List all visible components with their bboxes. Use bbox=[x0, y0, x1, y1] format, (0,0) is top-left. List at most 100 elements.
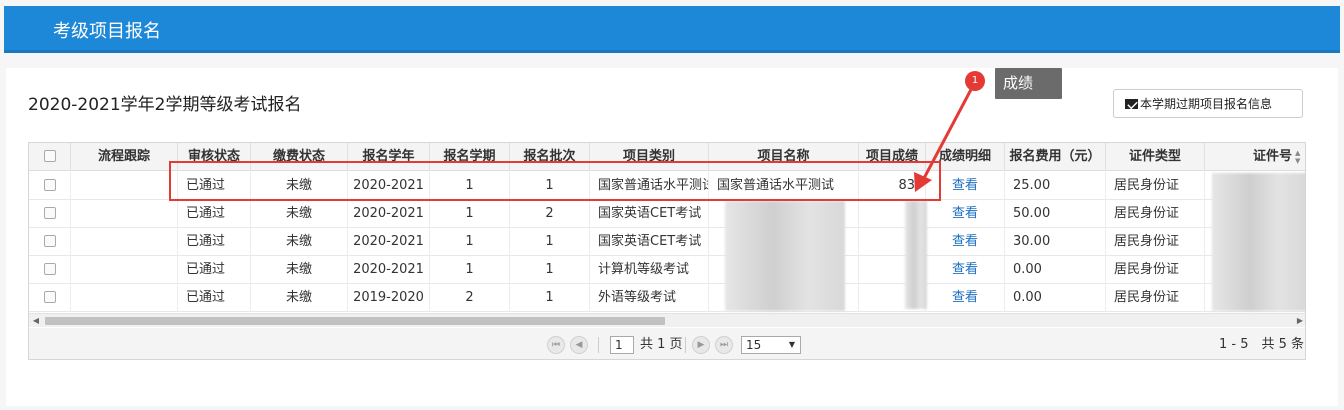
annotation-badge: 1 bbox=[965, 71, 985, 91]
cell-batch: 2 bbox=[510, 200, 590, 228]
row-checkbox-cell[interactable] bbox=[29, 256, 71, 284]
view-detail-link[interactable]: 查看 bbox=[926, 284, 1005, 312]
cell-score: 83 bbox=[859, 172, 926, 200]
cell-batch: 1 bbox=[510, 256, 590, 284]
cell-category: 国家英语CET考试 bbox=[590, 228, 709, 256]
col-term[interactable]: 报名学期 bbox=[430, 143, 510, 171]
col-trace[interactable]: 流程跟踪 bbox=[71, 143, 178, 171]
col-name[interactable]: 项目名称 bbox=[709, 143, 859, 171]
cell-audit: 已通过 bbox=[178, 256, 251, 284]
expired-items-button[interactable]: 本学期过期项目报名信息 bbox=[1113, 89, 1303, 118]
page-size-select[interactable]: 15 ▼ bbox=[741, 336, 801, 354]
table-row[interactable]: 已通过 未缴 2020-2021 1 1 国家英语CET考试 查看 30.00 … bbox=[29, 228, 1305, 256]
redaction-blur bbox=[905, 201, 927, 309]
row-checkbox[interactable] bbox=[43, 290, 56, 303]
table-row[interactable]: 已通过 未缴 2019-2020 2 1 外语等级考试 查看 0.00 居民身份… bbox=[29, 284, 1305, 312]
page-size-value: 15 bbox=[746, 338, 762, 352]
cell-year: 2019-2020 bbox=[348, 284, 430, 312]
horizontal-scrollbar[interactable]: ◀ ▶ bbox=[29, 313, 1305, 328]
cell-fee: 30.00 bbox=[1005, 228, 1106, 256]
col-pay[interactable]: 缴费状态 bbox=[251, 143, 348, 171]
col-year[interactable]: 报名学年 bbox=[348, 143, 430, 171]
prev-page-icon[interactable]: ◀ bbox=[570, 336, 588, 354]
cell-trace bbox=[71, 284, 178, 312]
cell-term: 1 bbox=[430, 200, 510, 228]
cell-term: 1 bbox=[430, 228, 510, 256]
cell-year: 2020-2021 bbox=[348, 256, 430, 284]
cell-term: 1 bbox=[430, 256, 510, 284]
redaction-blur bbox=[1212, 173, 1305, 311]
view-detail-link[interactable]: 查看 bbox=[926, 172, 1005, 200]
cell-trace bbox=[71, 256, 178, 284]
row-checkbox-cell[interactable] bbox=[29, 284, 71, 312]
cell-id-type: 居民身份证 bbox=[1106, 172, 1205, 200]
select-all-checkbox[interactable] bbox=[43, 149, 56, 162]
table-row[interactable]: 已通过 未缴 2020-2021 1 2 国家英语CET考试 查看 50.00 … bbox=[29, 200, 1305, 228]
page-number-input[interactable]: 1 bbox=[610, 336, 634, 354]
row-checkbox[interactable] bbox=[43, 178, 56, 191]
view-detail-link[interactable]: 查看 bbox=[926, 228, 1005, 256]
cell-id-type: 居民身份证 bbox=[1106, 228, 1205, 256]
row-checkbox[interactable] bbox=[43, 234, 56, 247]
record-summary: 1 - 5 共 5 条 bbox=[1219, 337, 1305, 352]
cell-batch: 1 bbox=[510, 172, 590, 200]
view-detail-link[interactable]: 查看 bbox=[926, 200, 1005, 228]
cell-category: 外语等级考试 bbox=[590, 284, 709, 312]
score-callout: 成绩 bbox=[995, 68, 1062, 99]
col-batch[interactable]: 报名批次 bbox=[510, 143, 590, 171]
last-page-icon[interactable]: ⏭ bbox=[715, 336, 733, 354]
cell-audit: 已通过 bbox=[178, 228, 251, 256]
cell-term: 1 bbox=[430, 172, 510, 200]
cell-fee: 50.00 bbox=[1005, 200, 1106, 228]
row-checkbox[interactable] bbox=[43, 262, 56, 275]
table-header: 流程跟踪 审核状态 缴费状态 报名学年 报名学期 报名批次 项目类别 项目名称 … bbox=[29, 143, 1305, 171]
cell-audit: 已通过 bbox=[178, 200, 251, 228]
cell-fee: 0.00 bbox=[1005, 256, 1106, 284]
cell-id-type: 居民身份证 bbox=[1106, 284, 1205, 312]
cell-trace bbox=[71, 228, 178, 256]
scroll-left-icon[interactable]: ◀ bbox=[29, 314, 43, 328]
cell-category: 国家普通话水平测试 bbox=[590, 172, 709, 200]
col-score[interactable]: 项目成绩 bbox=[859, 143, 926, 171]
col-id-type[interactable]: 证件类型 bbox=[1106, 143, 1205, 171]
cell-name: 国家普通话水平测试 bbox=[709, 172, 859, 200]
row-checkbox-cell[interactable] bbox=[29, 172, 71, 200]
col-detail[interactable]: 成绩明细 bbox=[926, 143, 1005, 171]
cell-fee: 25.00 bbox=[1005, 172, 1106, 200]
col-fee[interactable]: 报名费用（元） bbox=[1005, 143, 1106, 171]
cell-year: 2020-2021 bbox=[348, 172, 430, 200]
scrollbar-thumb[interactable] bbox=[45, 317, 665, 325]
cell-pay: 未缴 bbox=[251, 172, 348, 200]
vertical-scroll-arrows-icon[interactable]: ▲ ▼ bbox=[1295, 149, 1300, 165]
total-pages-text: 共 1 页 bbox=[640, 337, 683, 352]
registration-table: 流程跟踪 审核状态 缴费状态 报名学年 报名学期 报名批次 项目类别 项目名称 … bbox=[28, 142, 1306, 360]
page-title: 考级项目报名 bbox=[53, 21, 161, 42]
dropdown-caret-icon: ▼ bbox=[788, 340, 795, 349]
next-page-icon[interactable]: ▶ bbox=[692, 336, 710, 354]
col-id-number[interactable]: 证件号 bbox=[1205, 143, 1305, 171]
table-row[interactable]: 已通过 未缴 2020-2021 1 1 国家普通话水平测试 国家普通话水平测试… bbox=[29, 172, 1305, 200]
cell-pay: 未缴 bbox=[251, 284, 348, 312]
pager-divider bbox=[685, 337, 686, 353]
first-page-icon[interactable]: ⏮ bbox=[547, 336, 565, 354]
expired-items-label: 本学期过期项目报名信息 bbox=[1140, 97, 1273, 111]
cell-year: 2020-2021 bbox=[348, 200, 430, 228]
scroll-right-icon[interactable]: ▶ bbox=[1293, 314, 1305, 328]
envelope-icon bbox=[1125, 98, 1138, 109]
pager-divider bbox=[598, 337, 599, 353]
table-row[interactable]: 已通过 未缴 2020-2021 1 1 计算机等级考试 查看 0.00 居民身… bbox=[29, 256, 1305, 284]
row-checkbox[interactable] bbox=[43, 206, 56, 219]
cell-category: 计算机等级考试 bbox=[590, 256, 709, 284]
cell-trace bbox=[71, 200, 178, 228]
col-audit[interactable]: 审核状态 bbox=[178, 143, 251, 171]
view-detail-link[interactable]: 查看 bbox=[926, 256, 1005, 284]
cell-audit: 已通过 bbox=[178, 284, 251, 312]
row-checkbox-cell[interactable] bbox=[29, 200, 71, 228]
col-category[interactable]: 项目类别 bbox=[590, 143, 709, 171]
select-all-checkbox-cell[interactable] bbox=[29, 143, 71, 171]
cell-pay: 未缴 bbox=[251, 200, 348, 228]
row-checkbox-cell[interactable] bbox=[29, 228, 71, 256]
cell-pay: 未缴 bbox=[251, 228, 348, 256]
page-header: 考级项目报名 bbox=[4, 6, 1340, 53]
cell-category: 国家英语CET考试 bbox=[590, 200, 709, 228]
